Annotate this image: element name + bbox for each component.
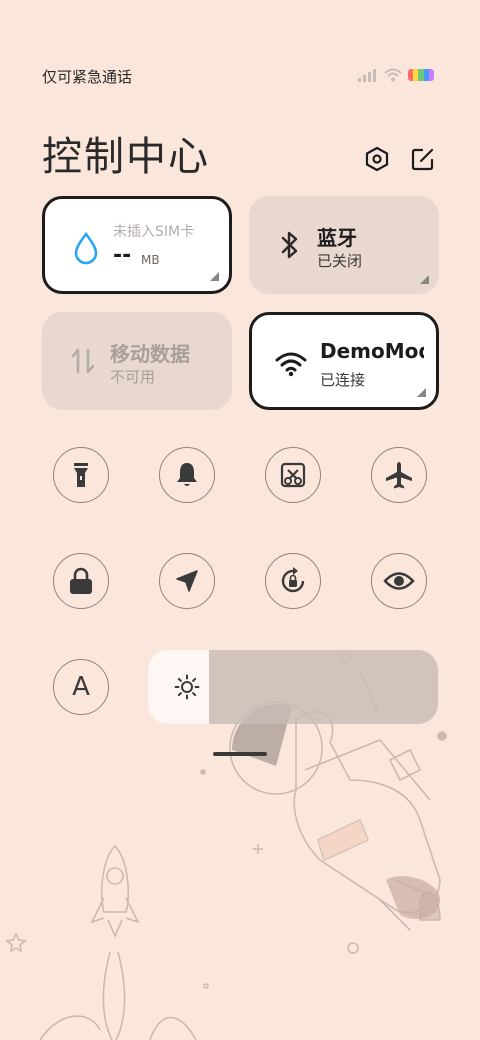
wifi-icon (274, 347, 308, 381)
battery-icon (408, 69, 434, 81)
location-arrow-icon (176, 570, 198, 592)
bluetooth-label: 蓝牙 (317, 226, 357, 250)
flashlight-toggle[interactable] (53, 447, 109, 503)
edit-button[interactable] (406, 142, 440, 176)
wifi-network-name: DemoMode (320, 339, 424, 363)
sim-status-label: 未插入SIM卡 (113, 224, 195, 240)
location-toggle[interactable] (159, 553, 215, 609)
data-usage-unit: MB (141, 253, 160, 267)
reading-mode-toggle[interactable] (371, 553, 427, 609)
font-size-toggle[interactable]: A (53, 659, 109, 715)
data-usage-tile[interactable]: 未插入SIM卡 -- MB (42, 196, 232, 294)
settings-button[interactable] (360, 142, 394, 176)
bell-icon (177, 463, 197, 486)
bluetooth-tile[interactable]: 蓝牙 已关闭 (249, 196, 439, 294)
home-indicator[interactable] (213, 752, 267, 756)
carrier-status: 仅可紧急通话 (42, 68, 133, 86)
water-drop-icon (69, 231, 103, 265)
expand-corner-icon (420, 275, 429, 284)
screenshot-toggle[interactable] (265, 447, 321, 503)
brightness-slider[interactable] (148, 650, 438, 724)
flashlight-icon (74, 463, 88, 487)
airplane-icon (386, 462, 412, 489)
wifi-status: 已连接 (320, 371, 366, 389)
bluetooth-icon (273, 228, 307, 262)
expand-corner-icon (417, 388, 426, 397)
signal-icon (358, 69, 376, 82)
auto-rotate-toggle[interactable] (265, 553, 321, 609)
expand-corner-icon (210, 272, 219, 281)
airplane-toggle[interactable] (371, 447, 427, 503)
rotate-lock-icon (281, 567, 305, 593)
page-title: 控制中心 (42, 134, 210, 180)
mobile-data-status: 不可用 (110, 368, 156, 386)
wifi-status-icon (384, 68, 402, 82)
hexagon-settings-icon (365, 146, 389, 172)
data-transfer-icon (66, 344, 100, 378)
mobile-data-tile[interactable]: 移动数据 不可用 (42, 312, 232, 410)
data-usage-value: -- (113, 243, 132, 268)
status-bar: 仅可紧急通话 (0, 60, 480, 92)
bluetooth-status: 已关闭 (317, 252, 363, 270)
letter-a-icon: A (72, 672, 90, 702)
eye-icon (383, 572, 415, 590)
ringer-toggle[interactable] (159, 447, 215, 503)
sun-icon (174, 674, 200, 700)
wifi-tile[interactable]: DemoMode 已连接 (249, 312, 439, 410)
lock-icon (70, 567, 92, 594)
mobile-data-label: 移动数据 (110, 342, 190, 366)
lock-screen-toggle[interactable] (53, 553, 109, 609)
screenshot-icon (280, 462, 306, 488)
edit-icon (411, 148, 434, 171)
